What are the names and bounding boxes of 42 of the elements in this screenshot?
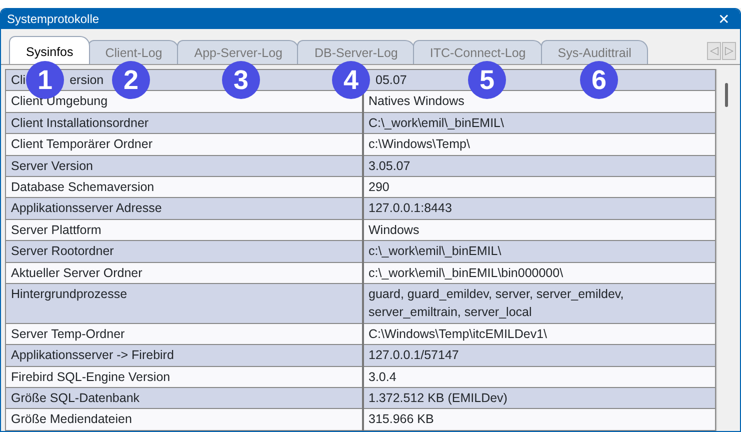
tab[interactable]: DB-Server-Log — [297, 40, 415, 64]
table-cell: c:\Windows\Temp\ — [362, 134, 716, 156]
table-cell: Server Version — [6, 155, 362, 177]
tab-scroll-button[interactable]: ◁ — [707, 42, 721, 60]
table-cell: Größe SQL-Datenbank — [6, 388, 362, 409]
table-cell: 127.0.0.1/57147 — [362, 344, 716, 366]
cell-text: ersion — [70, 73, 104, 87]
window-title: Systemprotokolle — [7, 11, 100, 28]
table-cell: C:\Windows\Temp\itcEMILDev1\ — [362, 323, 716, 345]
table-cell: c:\_work\emil\_binEMIL\ — [362, 240, 716, 262]
table-cell: Database Schemaversion — [6, 176, 362, 198]
table-cell: guard, guard_emildev, server, server_emildev, server_emiltrain, server_local — [362, 284, 716, 324]
table-cell: Größe Mediendateien — [6, 408, 362, 430]
close-button[interactable]: ✕ — [714, 10, 734, 28]
table-cell: Server Temp-Ordner — [6, 323, 362, 345]
tab[interactable]: App-Server-Log — [177, 40, 300, 64]
table-cell: Natives Windows — [362, 90, 716, 112]
tab[interactable]: ITC-Connect-Log — [412, 40, 543, 64]
tab[interactable]: Sysinfos — [9, 36, 90, 64]
table-cell: 3.05.07 — [362, 155, 716, 177]
table-cell: C:\_work\emil\_binEMIL\ — [362, 112, 716, 134]
tab-scroll-button[interactable]: ▷ — [722, 42, 736, 60]
table-cell: c:\_work\emil\_binEMIL\bin000000\ — [362, 262, 716, 284]
table-cell: Hintergrundprozesse — [6, 284, 362, 324]
table-cell: 315.966 KB — [362, 408, 716, 430]
table-cell: 1.372.512 KB (EMILDev) — [362, 388, 716, 409]
table-cell: Applikationsserver Adresse — [6, 198, 362, 220]
table-cell: 3.0.4 — [362, 366, 716, 388]
tab[interactable]: Sys-Audittrail — [540, 40, 648, 64]
table-cell: Applikationsserver -> Firebird — [6, 344, 362, 366]
table-cell: Server Rootordner — [6, 240, 362, 262]
table-cell: 127.0.0.1:8443 — [362, 198, 716, 220]
table-cell: Firebird SQL-Engine Version — [6, 366, 362, 388]
scrollbar-thumb[interactable] — [725, 83, 728, 107]
table-cell: Windows — [362, 219, 716, 241]
table-cell: Aktueller Server Ordner — [6, 262, 362, 284]
cell-text: Cli — [11, 73, 26, 87]
table-cell: 290 — [362, 176, 716, 198]
table-cell: Client Installationsordner — [6, 112, 362, 134]
table-cell: Server Plattform — [6, 219, 362, 241]
table-cell: Client Temporärer Ordner — [6, 134, 362, 156]
tab[interactable]: Client-Log — [88, 40, 180, 64]
